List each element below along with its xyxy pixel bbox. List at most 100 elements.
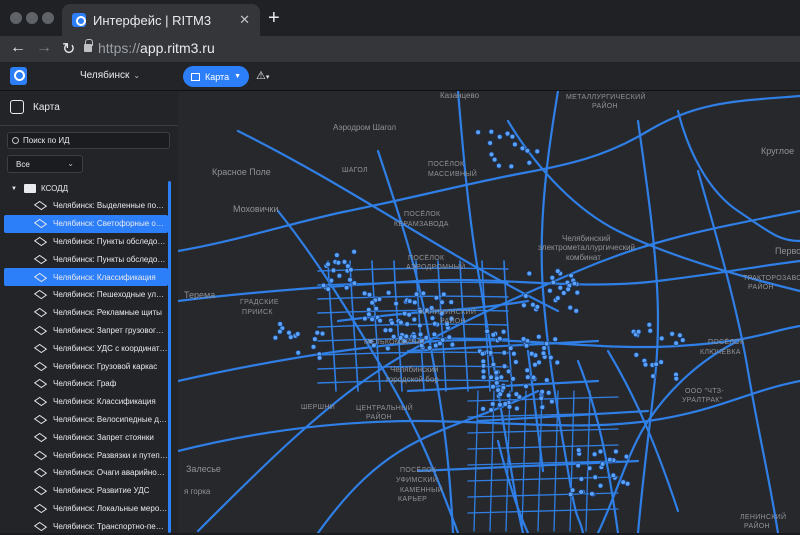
traffic-light-node[interactable] [325, 286, 332, 292]
traffic-light-node[interactable] [335, 259, 342, 266]
search-box[interactable] [7, 132, 170, 149]
traffic-light-node[interactable] [549, 398, 555, 405]
traffic-light-node[interactable] [393, 300, 399, 307]
traffic-light-node[interactable] [597, 482, 604, 489]
caret-down-icon[interactable]: ▼ [11, 186, 17, 192]
traffic-light-node[interactable] [650, 373, 656, 379]
layer-item[interactable]: Челябинск: Рекламные щиты [4, 304, 168, 322]
traffic-light-node[interactable] [334, 252, 340, 258]
traffic-light-node[interactable] [646, 322, 653, 328]
traffic-light-node[interactable] [488, 151, 495, 158]
traffic-light-node[interactable] [571, 280, 578, 287]
traffic-light-node[interactable] [385, 290, 392, 296]
window-zoom-dot[interactable] [42, 12, 54, 24]
traffic-light-node[interactable] [389, 320, 395, 326]
layer-item[interactable]: Челябинск: Пункты обследования [4, 233, 168, 251]
traffic-light-node[interactable] [606, 456, 613, 463]
traffic-light-node[interactable] [398, 319, 404, 326]
traffic-light-node[interactable] [549, 275, 556, 281]
layer-item[interactable]: Челябинск: Классификация [4, 268, 168, 286]
traffic-light-node[interactable] [316, 355, 323, 361]
traffic-light-node[interactable] [404, 321, 411, 327]
traffic-light-node[interactable] [523, 343, 530, 349]
traffic-light-node[interactable] [647, 328, 654, 334]
traffic-light-node[interactable] [488, 128, 495, 135]
traffic-light-node[interactable] [534, 148, 541, 155]
traffic-light-node[interactable] [351, 280, 358, 287]
traffic-light-node[interactable] [489, 401, 496, 407]
traffic-light-node[interactable] [538, 395, 545, 402]
traffic-light-node[interactable] [426, 345, 433, 351]
traffic-light-node[interactable] [429, 315, 436, 321]
traffic-light-node[interactable] [568, 272, 574, 279]
traffic-light-node[interactable] [669, 331, 675, 337]
traffic-light-node[interactable] [437, 340, 443, 347]
traffic-light-node[interactable] [277, 328, 283, 335]
traffic-light-node[interactable] [431, 331, 438, 338]
traffic-light-node[interactable] [575, 462, 581, 469]
traffic-light-node[interactable] [330, 267, 337, 274]
traffic-light-node[interactable] [325, 261, 331, 268]
traffic-light-node[interactable] [541, 345, 547, 351]
traffic-light-node[interactable] [620, 479, 627, 485]
traffic-light-node[interactable] [387, 327, 394, 333]
traffic-light-node[interactable] [351, 249, 357, 255]
traffic-light-node[interactable] [524, 367, 531, 374]
traffic-light-node[interactable] [498, 374, 505, 381]
traffic-light-node[interactable] [543, 377, 550, 383]
traffic-light-node[interactable] [490, 332, 497, 338]
traffic-light-node[interactable] [497, 391, 504, 397]
traffic-light-node[interactable] [493, 380, 500, 386]
traffic-light-node[interactable] [336, 273, 343, 279]
traffic-light-node[interactable] [560, 290, 567, 296]
traffic-light-node[interactable] [420, 290, 427, 297]
traffic-light-node[interactable] [417, 331, 424, 338]
traffic-light-node[interactable] [597, 448, 604, 455]
folder-ksodd[interactable]: ▼ КСОДД [11, 184, 68, 193]
traffic-light-node[interactable] [586, 465, 593, 472]
layer-item[interactable]: Челябинск: Велосипедные дорожки [4, 411, 168, 429]
layer-item[interactable]: Челябинск: Выделенные полосы [4, 197, 168, 215]
traffic-light-node[interactable] [521, 302, 527, 309]
traffic-light-node[interactable] [448, 299, 455, 305]
traffic-light-node[interactable] [385, 345, 391, 352]
traffic-light-node[interactable] [658, 335, 665, 342]
traffic-light-node[interactable] [592, 474, 599, 481]
layer-item[interactable]: Челябинск: Светофорные объекты [4, 214, 168, 233]
traffic-light-node[interactable] [635, 328, 642, 335]
traffic-light-node[interactable] [524, 147, 531, 154]
traffic-light-node[interactable] [496, 336, 503, 342]
traffic-light-node[interactable] [446, 334, 453, 341]
traffic-light-node[interactable] [552, 336, 559, 343]
traffic-light-node[interactable] [480, 374, 487, 380]
traffic-light-node[interactable] [532, 361, 538, 368]
traffic-light-node[interactable] [557, 285, 564, 291]
traffic-light-node[interactable] [508, 163, 515, 170]
traffic-light-node[interactable] [366, 292, 373, 298]
traffic-light-node[interactable] [543, 340, 550, 347]
traffic-light-node[interactable] [320, 282, 327, 289]
traffic-light-node[interactable] [540, 350, 547, 357]
traffic-light-node[interactable] [493, 375, 500, 382]
traffic-light-node[interactable] [440, 291, 447, 298]
traffic-light-node[interactable] [633, 352, 640, 358]
traffic-light-node[interactable] [528, 350, 535, 357]
traffic-light-node[interactable] [565, 286, 571, 293]
traffic-light-node[interactable] [480, 368, 487, 375]
traffic-light-node[interactable] [310, 344, 317, 350]
traffic-light-node[interactable] [319, 330, 326, 337]
city-selector[interactable]: Челябинск ⌄ [80, 70, 140, 81]
traffic-light-node[interactable] [610, 472, 617, 479]
traffic-light-node[interactable] [487, 140, 493, 146]
traffic-light-node[interactable] [480, 363, 487, 369]
traffic-light-node[interactable] [401, 310, 408, 317]
layer-item[interactable]: Челябинск: Грузовой каркас [4, 357, 168, 375]
traffic-light-node[interactable] [272, 335, 279, 341]
window-close-dot[interactable] [10, 12, 22, 24]
traffic-light-node[interactable] [578, 489, 584, 495]
traffic-light-node[interactable] [480, 358, 487, 365]
traffic-light-node[interactable] [347, 277, 353, 283]
traffic-light-node[interactable] [361, 290, 368, 297]
traffic-light-node[interactable] [487, 349, 494, 356]
browser-tab[interactable]: Интерфейс | RITM3 ✕ [62, 4, 260, 36]
